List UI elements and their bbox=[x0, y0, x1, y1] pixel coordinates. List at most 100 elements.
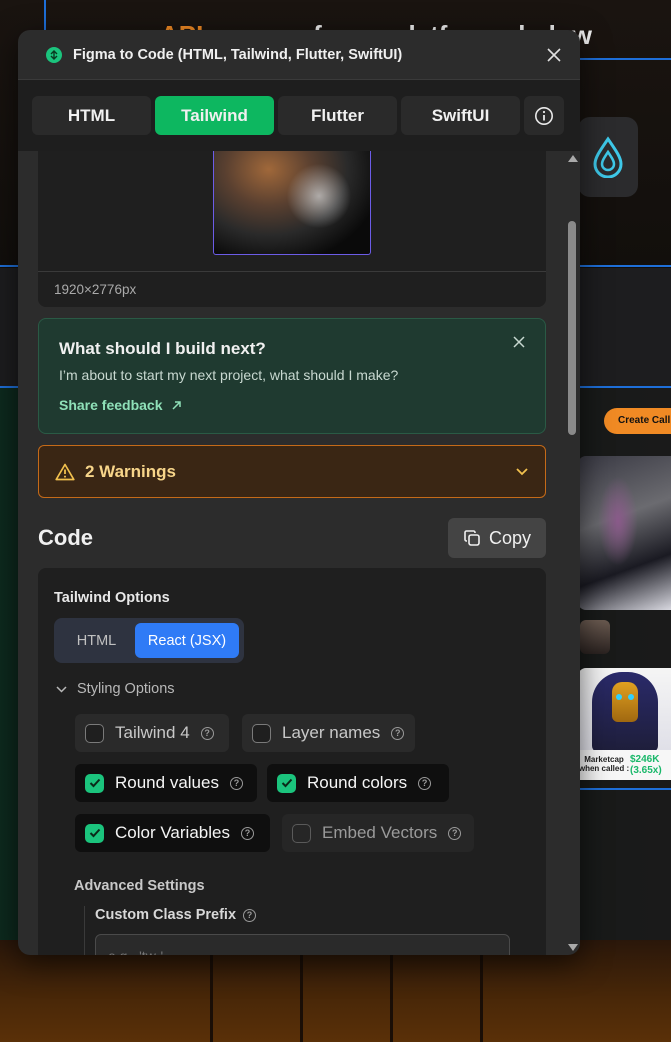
marketcap-values: $246K (3.65x) bbox=[630, 754, 662, 776]
checkbox-box bbox=[292, 823, 311, 843]
selection-line bbox=[0, 265, 18, 267]
checkbox-label: Round values bbox=[115, 773, 219, 792]
close-icon[interactable] bbox=[542, 43, 566, 67]
custom-class-prefix-input[interactable] bbox=[95, 934, 510, 955]
background-stripe bbox=[300, 955, 303, 1042]
code-header: Code Copy bbox=[38, 518, 546, 558]
checkbox-color-variables[interactable]: Color Variables ? bbox=[75, 814, 270, 852]
eye-image bbox=[616, 694, 622, 700]
info-icon bbox=[535, 106, 553, 125]
checkbox-round-colors[interactable]: Round colors ? bbox=[267, 764, 449, 802]
mode-html[interactable]: HTML bbox=[58, 623, 135, 658]
help-icon[interactable]: ? bbox=[240, 826, 254, 840]
card-image bbox=[578, 668, 671, 750]
create-call-button[interactable]: Create Call bbox=[604, 408, 671, 434]
divider bbox=[38, 271, 546, 272]
help-icon[interactable]: ? bbox=[391, 726, 405, 740]
framework-tabs: HTML Tailwind Flutter SwiftUI bbox=[18, 80, 580, 151]
selection-line bbox=[580, 265, 671, 267]
help-icon[interactable]: ? bbox=[200, 726, 214, 740]
scroll-down-arrow-icon[interactable] bbox=[568, 944, 578, 951]
avatar bbox=[580, 620, 610, 654]
checkbox-box bbox=[85, 723, 104, 743]
background-stripe bbox=[480, 955, 483, 1042]
plugin-icon bbox=[46, 46, 62, 63]
tab-tailwind[interactable]: Tailwind bbox=[155, 96, 274, 135]
checkbox-round-values[interactable]: Round values ? bbox=[75, 764, 257, 802]
mask-image bbox=[612, 682, 638, 722]
styling-options-label: Styling Options bbox=[77, 681, 175, 697]
preview-image bbox=[213, 151, 371, 255]
checkbox-embed-vectors[interactable]: Embed Vectors ? bbox=[282, 814, 474, 852]
checkbox-label: Round colors bbox=[307, 773, 408, 792]
water-drop-icon bbox=[593, 136, 623, 178]
checkbox-tailwind-4[interactable]: Tailwind 4 ? bbox=[75, 714, 229, 752]
background-stripe bbox=[210, 955, 213, 1042]
checkbox-label: Tailwind 4 bbox=[115, 723, 190, 742]
external-arrow-icon bbox=[171, 400, 181, 410]
copy-label: Copy bbox=[488, 527, 532, 548]
background-cards: Create Call Marketcap when called : $246… bbox=[578, 398, 671, 798]
divider bbox=[84, 906, 85, 955]
scroll-content: 1920×2776px What should I build next? I’… bbox=[18, 151, 580, 955]
checkbox-label: Layer names bbox=[282, 723, 381, 742]
tab-flutter[interactable]: Flutter bbox=[278, 96, 397, 135]
plugin-window: Figma to Code (HTML, Tailwind, Flutter, … bbox=[18, 30, 580, 955]
mode-react-jsx[interactable]: React (JSX) bbox=[135, 623, 239, 658]
dismiss-feedback-icon[interactable] bbox=[513, 335, 529, 351]
selection-line bbox=[44, 0, 46, 30]
tab-swiftui[interactable]: SwiftUI bbox=[401, 96, 520, 135]
tailwind-options-title: Tailwind Options bbox=[54, 590, 170, 606]
copy-icon bbox=[464, 530, 480, 546]
preview-dimensions: 1920×2776px bbox=[54, 282, 137, 297]
checkbox-layer-names[interactable]: Layer names ? bbox=[242, 714, 415, 752]
help-icon[interactable]: ? bbox=[418, 776, 432, 790]
scroll-up-arrow-icon[interactable] bbox=[568, 155, 578, 162]
marketcap-label: Marketcap when called : bbox=[578, 755, 630, 773]
checkbox-label: Embed Vectors bbox=[322, 823, 438, 842]
warning-icon bbox=[55, 463, 75, 480]
feedback-title: What should I build next? bbox=[59, 339, 266, 358]
chevron-down-icon bbox=[516, 468, 528, 476]
chevron-down-icon bbox=[56, 685, 67, 693]
output-mode-toggle: HTML React (JSX) bbox=[54, 618, 244, 663]
drop-logo-tile bbox=[578, 117, 638, 197]
share-feedback-label: Share feedback bbox=[59, 397, 163, 413]
card-footer: Marketcap when called : $246K (3.65x) bbox=[578, 750, 671, 780]
selection-line bbox=[0, 386, 18, 388]
advanced-settings-title: Advanced Settings bbox=[74, 878, 205, 894]
copy-button[interactable]: Copy bbox=[448, 518, 546, 558]
title-bar: Figma to Code (HTML, Tailwind, Flutter, … bbox=[18, 30, 580, 80]
feedback-banner: What should I build next? I’m about to s… bbox=[38, 318, 546, 434]
feedback-text: I’m about to start my next project, what… bbox=[59, 367, 399, 383]
window-title: Figma to Code (HTML, Tailwind, Flutter, … bbox=[73, 46, 403, 63]
share-feedback-link[interactable]: Share feedback bbox=[59, 397, 525, 413]
checkbox-box bbox=[252, 723, 271, 743]
scrollbar[interactable] bbox=[566, 151, 578, 955]
prefix-label-text: Custom Class Prefix bbox=[95, 907, 237, 923]
warnings-accordion[interactable]: 2 Warnings bbox=[38, 445, 546, 498]
marketcap-change: (3.65x) bbox=[630, 765, 662, 776]
info-button[interactable] bbox=[524, 96, 564, 135]
eye-image bbox=[628, 694, 634, 700]
help-icon[interactable]: ? bbox=[243, 908, 257, 922]
warnings-label: 2 Warnings bbox=[85, 461, 176, 481]
check-icon bbox=[85, 773, 104, 793]
selection-line bbox=[580, 386, 671, 388]
styling-options-toggle[interactable]: Styling Options bbox=[56, 681, 175, 697]
card-image bbox=[578, 456, 671, 610]
background-bottom-region bbox=[0, 940, 671, 1042]
background-stripe bbox=[390, 955, 393, 1042]
tab-html[interactable]: HTML bbox=[32, 96, 151, 135]
check-icon bbox=[85, 823, 104, 843]
scroll-thumb[interactable] bbox=[568, 221, 576, 435]
code-title: Code bbox=[38, 525, 93, 550]
marketcap-value: $246K bbox=[630, 754, 660, 765]
help-icon[interactable]: ? bbox=[229, 776, 243, 790]
tailwind-options-card: Tailwind Options HTML React (JSX) Stylin… bbox=[38, 568, 546, 955]
help-icon[interactable]: ? bbox=[448, 826, 462, 840]
custom-class-prefix-label: Custom Class Prefix ? bbox=[95, 907, 257, 923]
preview-card: 1920×2776px bbox=[38, 151, 546, 307]
checkbox-label: Color Variables bbox=[115, 823, 230, 842]
check-icon bbox=[277, 773, 296, 793]
